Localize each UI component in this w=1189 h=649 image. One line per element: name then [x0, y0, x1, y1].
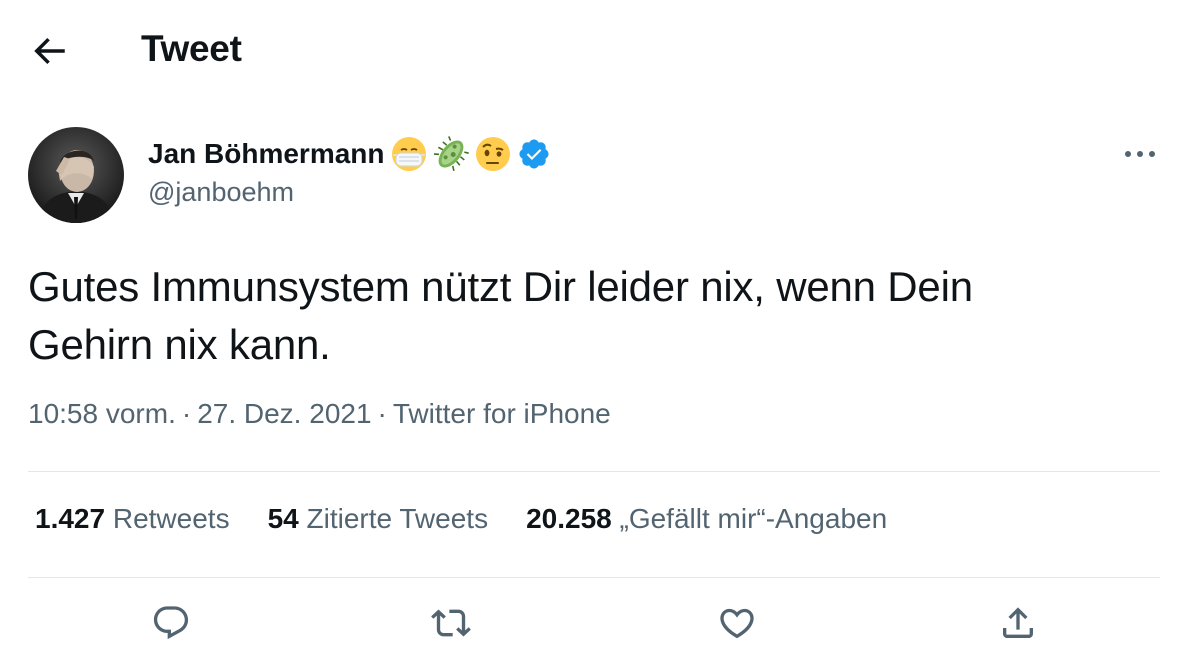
separator: · — [377, 398, 387, 429]
separator: · — [181, 398, 192, 429]
tweet-date[interactable]: 27. Dez. 2021 — [197, 398, 371, 429]
author-handle[interactable]: @janboehm — [148, 177, 294, 208]
author-name-row: Jan Böhmermann — [148, 133, 551, 175]
heart-icon — [720, 608, 754, 639]
share-button[interactable] — [993, 598, 1043, 648]
avatar-photo — [28, 127, 124, 223]
raised-eyebrow-face-emoji — [475, 137, 510, 171]
retweets-count: 1.427 — [35, 503, 106, 534]
tweet-text: Gutes Immunsystem nützt Dir leider nix, … — [28, 258, 1148, 374]
retweet-icon — [431, 609, 471, 637]
engagement-stats: 1.427 Retweets 54 Zitierte Tweets 20.258… — [35, 503, 887, 535]
page-title: Tweet — [141, 28, 242, 69]
tweet-metadata: 10:58 vorm. · 27. Dez. 2021 · Twitter for iP… — [28, 398, 611, 430]
tweet-time[interactable]: 10:58 vorm. — [28, 398, 176, 429]
share-icon — [1003, 607, 1033, 638]
quote-tweets-label: Zitierte Tweets — [306, 503, 489, 534]
reply-button[interactable] — [146, 598, 196, 648]
tweet-text-line: Gutes Immunsystem nützt Dir leider nix, … — [28, 263, 973, 310]
more-options-button[interactable] — [1118, 138, 1162, 170]
author-display-name[interactable]: Jan Böhmermann — [148, 138, 385, 170]
quote-tweets-stat[interactable]: 54 Zitierte Tweets — [268, 503, 489, 535]
reply-icon — [153, 606, 189, 640]
microbe-emoji — [433, 136, 469, 171]
tweet-text-line: Gehirn nix kann. — [28, 321, 331, 368]
more-dots-icon — [1125, 151, 1155, 157]
like-button[interactable] — [712, 598, 762, 648]
back-button[interactable] — [28, 30, 70, 72]
arrow-left-icon — [34, 37, 65, 65]
verified-badge-icon — [518, 139, 549, 169]
tweet-source[interactable]: Twitter for iPhone — [393, 398, 611, 429]
tweet-action-bar — [0, 598, 1189, 648]
divider — [28, 577, 1160, 578]
avatar[interactable] — [28, 127, 124, 223]
likes-stat[interactable]: 20.258 „Gefällt mir“-Angaben — [526, 503, 887, 535]
retweets-stat[interactable]: 1.427 Retweets — [35, 503, 230, 535]
divider — [28, 471, 1160, 472]
quote-tweets-count: 54 — [267, 503, 299, 534]
top-bar: Tweet — [0, 0, 1189, 100]
likes-count: 20.258 — [526, 503, 612, 534]
likes-label: „Gefällt mir“-Angaben — [619, 503, 888, 534]
mask-face-emoji — [391, 137, 426, 171]
retweets-label: Retweets — [112, 503, 230, 534]
retweet-button[interactable] — [426, 598, 476, 648]
